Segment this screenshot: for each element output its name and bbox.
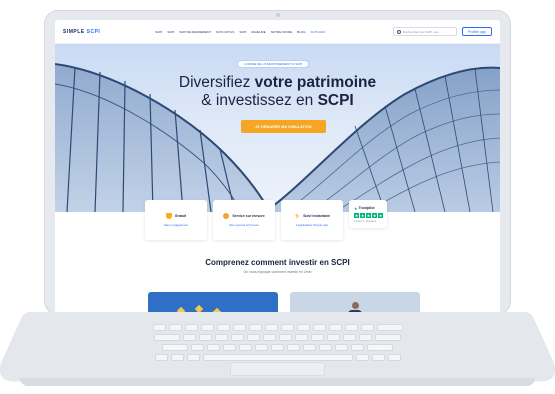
search-icon xyxy=(396,29,401,34)
star-icon: ★ xyxy=(360,212,365,218)
nav-item[interactable]: NOS OUTILS xyxy=(216,30,234,34)
logo-accent: SCPI xyxy=(86,28,101,35)
nav-item[interactable]: BLOG xyxy=(297,30,305,34)
keyboard-row xyxy=(60,344,495,351)
section-subtitle: On vous explique comment investir en 2mi… xyxy=(243,270,312,274)
hero-badge: L'OFFRE DE L'INVESTISSEMENT IN SCPI xyxy=(237,60,310,68)
hero-title-bold: votre patrimoine xyxy=(254,74,377,91)
star-icon: ★ xyxy=(372,212,377,218)
nav-item[interactable]: NOTRE OFFRE xyxy=(271,30,293,34)
nav-item[interactable]: SCPI DE RENDEMENT xyxy=(179,30,211,34)
hero-title-regular: & investissez en xyxy=(201,92,318,109)
hero-section: L'OFFRE DE L'INVESTISSEMENT IN SCPI Dive… xyxy=(55,44,500,212)
card-title: Gratuit xyxy=(174,214,187,218)
site-logo[interactable]: SIMPLE SCPI xyxy=(63,29,100,35)
trustpilot-star-icon: ★ xyxy=(354,205,358,211)
trustpilot-widget[interactable]: ★ Trustpilot ★ ★ ★ ★ ★ 4,8 sur 5 - Excel… xyxy=(349,200,387,228)
card-title: Suivi instantané xyxy=(303,214,330,218)
shield-icon xyxy=(165,213,172,219)
star-icon: ★ xyxy=(366,212,371,218)
nav-item[interactable]: SCPI xyxy=(239,30,246,34)
trustpilot-rating: 4,8 sur 5 - Excellent xyxy=(354,219,377,223)
keyboard-row xyxy=(60,354,495,361)
star-icon: ★ xyxy=(354,212,359,218)
webcam-dot xyxy=(276,13,280,17)
card-header: Gratuit xyxy=(165,213,187,219)
keyboard-row xyxy=(60,334,495,341)
search-input[interactable]: Rechercher une SCPI, une... xyxy=(392,27,457,36)
laptop-screen: SIMPLE SCPI SCPI SCPI SCPI DE RENDEMENT … xyxy=(55,20,500,317)
bolt-icon xyxy=(294,213,300,219)
start-simulation-button[interactable]: JE DÉMARRE MA SIMULATION xyxy=(241,120,326,133)
trustpilot-label: Trustpilot xyxy=(358,206,375,210)
card-link[interactable]: Des experts à l'écoute xyxy=(229,223,259,227)
section-title: Comprenez comment investir en SCPI xyxy=(205,258,350,267)
keyboard xyxy=(60,324,495,361)
keyboard-row xyxy=(60,324,495,331)
feature-cards: Gratuit Sans engagement Service sur mesu… xyxy=(145,200,387,240)
laptop-front-edge xyxy=(20,378,535,386)
app-button[interactable]: Profiter app xyxy=(461,27,492,36)
hero-title-line1: Diversifiez votre patrimoine xyxy=(55,73,500,92)
card-link[interactable]: L'application Simple App xyxy=(296,223,329,227)
card-header: Suivi instantané xyxy=(294,213,330,219)
card-link[interactable]: Sans engagement xyxy=(164,223,188,227)
hero-title-bold: SCPI xyxy=(317,92,354,109)
nav-item[interactable]: SCPI xyxy=(155,30,162,34)
feature-card-service[interactable]: Service sur mesure Des experts à l'écout… xyxy=(213,200,275,240)
person-icon xyxy=(223,213,230,219)
nav-item[interactable]: SCPI xyxy=(167,30,174,34)
search-placeholder: Rechercher une SCPI, une... xyxy=(402,29,442,34)
feature-card-free[interactable]: Gratuit Sans engagement xyxy=(145,200,207,240)
card-title: Service sur mesure xyxy=(232,214,265,218)
star-icon: ★ xyxy=(378,212,383,218)
laptop-mockup: SIMPLE SCPI SCPI SCPI SCPI DE RENDEMENT … xyxy=(0,0,555,394)
feature-card-tracking[interactable]: Suivi instantané L'application Simple Ap… xyxy=(281,200,343,240)
trustpilot-title: ★ Trustpilot xyxy=(354,206,375,211)
nav-item[interactable]: MAJEURE xyxy=(251,30,265,34)
trustpilot-stars: ★ ★ ★ ★ ★ xyxy=(354,212,383,218)
hero-title-regular: Diversifiez xyxy=(178,74,255,91)
trackpad xyxy=(230,362,325,376)
top-navbar: SIMPLE SCPI SCPI SCPI SCPI DE RENDEMENT … xyxy=(55,20,500,44)
logo-prefix: SIMPLE xyxy=(63,28,85,35)
nav-item-highlight[interactable]: SCPI 2024 xyxy=(311,30,326,34)
hero-title-line2: & investissez en SCPI xyxy=(55,91,500,110)
card-header: Service sur mesure xyxy=(223,213,265,219)
presenter-head xyxy=(351,302,359,309)
nav-menu: SCPI SCPI SCPI DE RENDEMENT NOS OUTILS S… xyxy=(155,30,325,34)
